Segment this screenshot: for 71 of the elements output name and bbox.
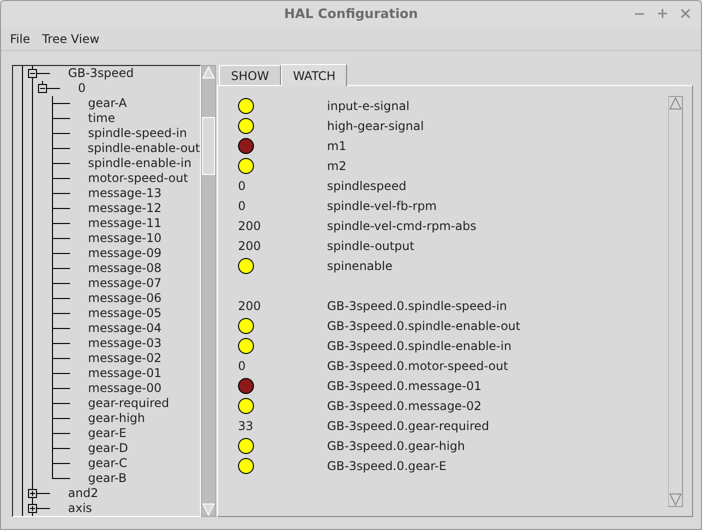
- tree-item[interactable]: gear-D: [88, 441, 128, 456]
- signal-name: input-e-signal: [327, 98, 410, 115]
- tree-item[interactable]: axis: [68, 501, 92, 516]
- tree-item[interactable]: message-13: [88, 186, 162, 201]
- signal-name: spindle-output: [327, 238, 414, 255]
- signal-name: spindle-vel-fb-rpm: [327, 198, 437, 215]
- tree-item[interactable]: message-00: [88, 381, 162, 396]
- signal-name: GB-3speed.0.spindle-enable-in: [327, 338, 512, 355]
- tree-item[interactable]: gear-C: [88, 456, 128, 471]
- expand-icon[interactable]: [28, 489, 37, 498]
- window-title: HAL Configuration: [284, 6, 418, 24]
- expand-icon[interactable]: [28, 504, 37, 513]
- tree-item[interactable]: motor-speed-out: [88, 171, 188, 186]
- tree-item[interactable]: spindle-enable-out: [88, 141, 200, 156]
- signal-name: spindlespeed: [327, 178, 406, 195]
- signal-name: spinenable: [327, 258, 392, 275]
- tree-item[interactable]: message-08: [88, 261, 162, 276]
- signal-name: spindle-vel-cmd-rpm-abs: [327, 218, 476, 235]
- signal-value: 200: [238, 218, 261, 235]
- signal-name: GB-3speed.0.gear-high: [327, 438, 466, 455]
- vertical-scrollbar[interactable]: [201, 65, 216, 517]
- collapse-icon[interactable]: [28, 69, 37, 78]
- signal-value: 0: [238, 198, 246, 215]
- tree-item[interactable]: message-07: [88, 276, 162, 291]
- tree-item[interactable]: message-03: [88, 336, 162, 351]
- tree-item[interactable]: message-04: [88, 321, 162, 336]
- signal-value: 0: [238, 358, 246, 375]
- tree-item[interactable]: gear-A: [88, 96, 127, 111]
- tree-item[interactable]: spindle-enable-in: [88, 156, 192, 171]
- collapse-icon[interactable]: [38, 84, 47, 93]
- tree-item[interactable]: GB-3speed: [68, 66, 134, 81]
- tree-item[interactable]: gear-E: [88, 426, 126, 441]
- signal-value: 200: [238, 238, 261, 255]
- tree-item[interactable]: message-12: [88, 201, 162, 216]
- menu-item[interactable]: File: [10, 30, 30, 48]
- signal-name: GB-3speed.0.motor-speed-out: [327, 358, 508, 375]
- signal-value: 33: [238, 418, 254, 435]
- tree-item[interactable]: message-11: [88, 216, 162, 231]
- tree-item[interactable]: message-05: [88, 306, 162, 321]
- tab[interactable]: SHOW: [219, 65, 281, 85]
- tree-item[interactable]: time: [88, 111, 116, 126]
- tree-item[interactable]: message-06: [88, 291, 162, 306]
- signal-name: m2: [327, 158, 346, 175]
- tree-item[interactable]: message-02: [88, 351, 162, 366]
- tree-item[interactable]: message-09: [88, 246, 162, 261]
- tree-item[interactable]: message-01: [88, 366, 162, 381]
- signal-value: 200: [238, 298, 261, 315]
- signal-name: GB-3speed.0.message-01: [327, 378, 482, 395]
- tree-item[interactable]: gear-B: [88, 471, 127, 486]
- signal-name: m1: [327, 138, 346, 155]
- tree-item[interactable]: gear-required: [88, 396, 170, 411]
- menu-item[interactable]: Tree View: [42, 30, 100, 48]
- signal-name: GB-3speed.0.message-02: [327, 398, 482, 415]
- scrollbar-thumb[interactable]: [202, 117, 215, 175]
- down-arrow-icon[interactable]: [669, 493, 682, 506]
- vertical-scrollbar[interactable]: [668, 96, 683, 507]
- signal-name: GB-3speed.0.spindle-enable-out: [327, 318, 520, 335]
- signal-name: GB-3speed.0.spindle-speed-in: [327, 298, 508, 315]
- tree-item[interactable]: spindle-speed-in: [88, 126, 187, 141]
- signal-name: GB-3speed.0.gear-E: [327, 458, 446, 475]
- tree-item[interactable]: message-10: [88, 231, 162, 246]
- close-icon[interactable]: [680, 8, 691, 19]
- tree-item[interactable]: 0: [78, 81, 86, 96]
- signal-name: high-gear-signal: [327, 118, 424, 135]
- tab[interactable]: WATCH: [280, 64, 348, 86]
- maximize-icon[interactable]: [657, 8, 668, 19]
- signal-name: GB-3speed.0.gear-required: [327, 418, 490, 435]
- tree-item[interactable]: gear-high: [88, 411, 146, 426]
- up-arrow-icon[interactable]: [669, 97, 682, 110]
- tree-item[interactable]: and2: [68, 486, 98, 501]
- signal-value: 0: [238, 178, 246, 195]
